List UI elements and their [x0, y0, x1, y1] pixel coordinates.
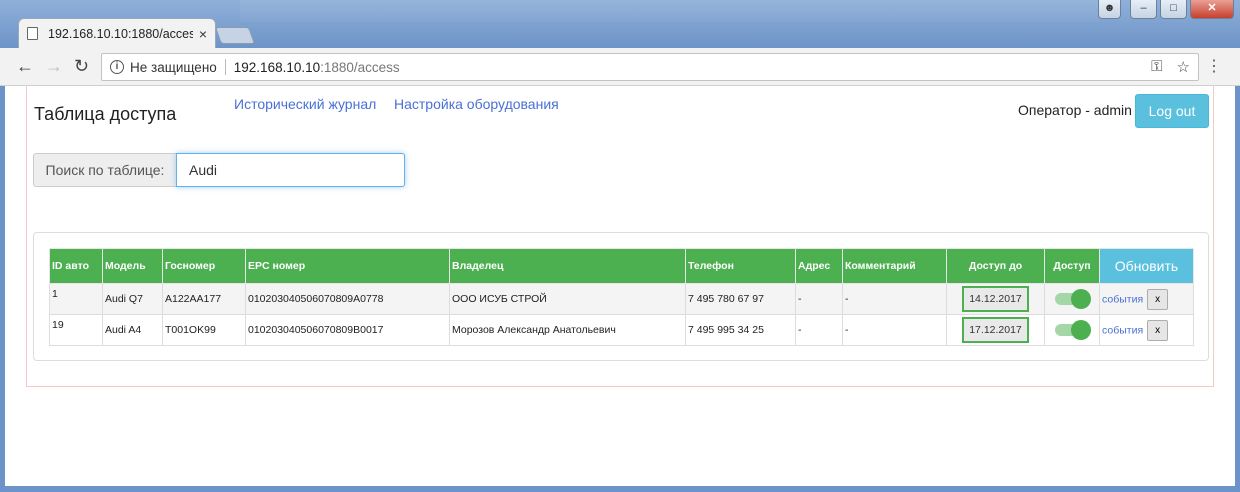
table-panel: ID авто Модель Госномер EPC номер Владел… — [33, 232, 1209, 361]
cell-model: Audi Q7 — [102, 283, 163, 315]
search-input[interactable] — [176, 153, 405, 187]
window-frame-bottom — [0, 486, 1240, 492]
nav-settings-link[interactable]: Настройка оборудования — [394, 96, 559, 112]
access-toggle[interactable] — [1055, 320, 1091, 340]
cell-comment: - — [842, 283, 947, 315]
back-arrow-icon[interactable]: ← — [16, 56, 34, 76]
forward-arrow-icon[interactable]: → — [45, 56, 63, 76]
window-controls: ☻ – □ ✕ — [1098, 0, 1234, 19]
page-container: Таблица доступа Исторический журнал Наст… — [26, 86, 1214, 387]
page-icon — [27, 27, 38, 40]
cell-owner: ООО ИСУБ СТРОЙ — [449, 283, 686, 315]
cell-model: Audi A4 — [102, 314, 163, 346]
events-link[interactable]: события — [1102, 324, 1143, 336]
column-header-comment[interactable]: Комментарий — [842, 248, 947, 284]
address-separator — [224, 59, 226, 75]
table-row: 19 Audi A4 T001OK99 010203040506070809B0… — [49, 314, 1194, 346]
column-header-model[interactable]: Модель — [102, 248, 163, 284]
delete-button[interactable]: x — [1147, 319, 1169, 341]
access-until-field[interactable]: 14.12.2017 — [962, 286, 1029, 312]
address-bar[interactable]: i Не защищено 192.168.10.10:1880/access … — [101, 53, 1199, 81]
key-icon[interactable]: ⚿ — [1151, 58, 1162, 76]
cell-id: 1 — [49, 283, 103, 315]
url-host: 192.168.10.10 — [233, 59, 321, 75]
new-tab-button[interactable] — [214, 27, 256, 44]
column-header-address[interactable]: Адрес — [795, 248, 843, 284]
cell-owner: Морозов Александр Анатольевич — [449, 314, 686, 346]
url-text[interactable]: 192.168.10.10:1880/access — [234, 60, 400, 75]
events-link[interactable]: события — [1102, 293, 1143, 305]
cell-id: 19 — [49, 314, 103, 346]
cell-address: - — [795, 314, 843, 346]
menu-icon[interactable]: ⋮ — [1206, 57, 1222, 77]
access-toggle[interactable] — [1055, 289, 1091, 309]
cell-plate: T001OK99 — [162, 314, 246, 346]
nav-history-link[interactable]: Исторический журнал — [234, 96, 376, 112]
toggle-knob — [1071, 289, 1091, 309]
cell-plate: A122AA177 — [162, 283, 246, 315]
tab-title: 192.168.10.10:1880/access — [48, 26, 193, 41]
star-icon[interactable]: ☆ — [1177, 58, 1190, 76]
page-title: Таблица доступа — [34, 104, 177, 124]
table-header-row: ID авто Модель Госномер EPC номер Владел… — [49, 248, 1194, 284]
column-header-id[interactable]: ID авто — [49, 248, 103, 284]
column-header-phone[interactable]: Телефон — [685, 248, 796, 284]
toggle-knob — [1071, 320, 1091, 340]
close-window-button[interactable]: ✕ — [1190, 0, 1234, 19]
table-row: 1 Audi Q7 A122AA177 010203040506070809A0… — [49, 283, 1194, 315]
access-table: ID авто Модель Госномер EPC номер Владел… — [49, 248, 1194, 346]
logout-button[interactable]: Log out — [1135, 94, 1209, 128]
user-icon[interactable]: ☻ — [1098, 0, 1121, 19]
info-icon[interactable]: i — [110, 60, 124, 74]
column-header-plate[interactable]: Госномер — [162, 248, 246, 284]
maximize-button[interactable]: □ — [1160, 0, 1187, 19]
cell-phone: 7 495 995 34 25 — [685, 314, 796, 346]
cell-address: - — [795, 283, 843, 315]
cell-access — [1044, 283, 1100, 315]
cell-epc: 010203040506070809A0778 — [245, 283, 450, 315]
reload-icon[interactable]: ↻ — [74, 56, 89, 76]
cell-comment: - — [842, 314, 947, 346]
column-header-access[interactable]: Доступ — [1044, 248, 1100, 284]
search-group: Поиск по таблице: — [33, 153, 405, 187]
delete-button[interactable]: x — [1147, 288, 1169, 310]
cell-actions: события x — [1099, 283, 1194, 315]
column-header-epc[interactable]: EPC номер — [245, 248, 450, 284]
browser-titlebar: 192.168.10.10:1880/access × ☻ – □ ✕ — [0, 0, 1240, 48]
cell-access — [1044, 314, 1100, 346]
cell-access-until: 14.12.2017 — [946, 283, 1045, 315]
cell-phone: 7 495 780 67 97 — [685, 283, 796, 315]
url-path: :1880/access — [320, 59, 400, 75]
search-label: Поиск по таблице: — [33, 153, 176, 187]
browser-toolbar: ← → ↻ i Не защищено 192.168.10.10:1880/a… — [0, 48, 1240, 86]
cell-access-until: 17.12.2017 — [946, 314, 1045, 346]
access-until-field[interactable]: 17.12.2017 — [962, 317, 1029, 343]
browser-tab[interactable]: 192.168.10.10:1880/access × — [18, 18, 216, 48]
cell-epc: 010203040506070809B0017 — [245, 314, 450, 346]
security-label[interactable]: Не защищено — [130, 60, 217, 75]
refresh-button[interactable]: Обновить — [1099, 248, 1194, 284]
window-frame-left — [0, 86, 5, 492]
cell-actions: события x — [1099, 314, 1194, 346]
column-header-owner[interactable]: Владелец — [449, 248, 686, 284]
minimize-button[interactable]: – — [1130, 0, 1157, 19]
column-header-access-until[interactable]: Доступ до — [946, 248, 1045, 284]
background-window-strip — [240, 0, 1100, 22]
operator-label: Оператор - admin — [1018, 102, 1132, 118]
tab-close-icon[interactable]: × — [199, 26, 207, 42]
window-frame-right — [1235, 86, 1240, 492]
